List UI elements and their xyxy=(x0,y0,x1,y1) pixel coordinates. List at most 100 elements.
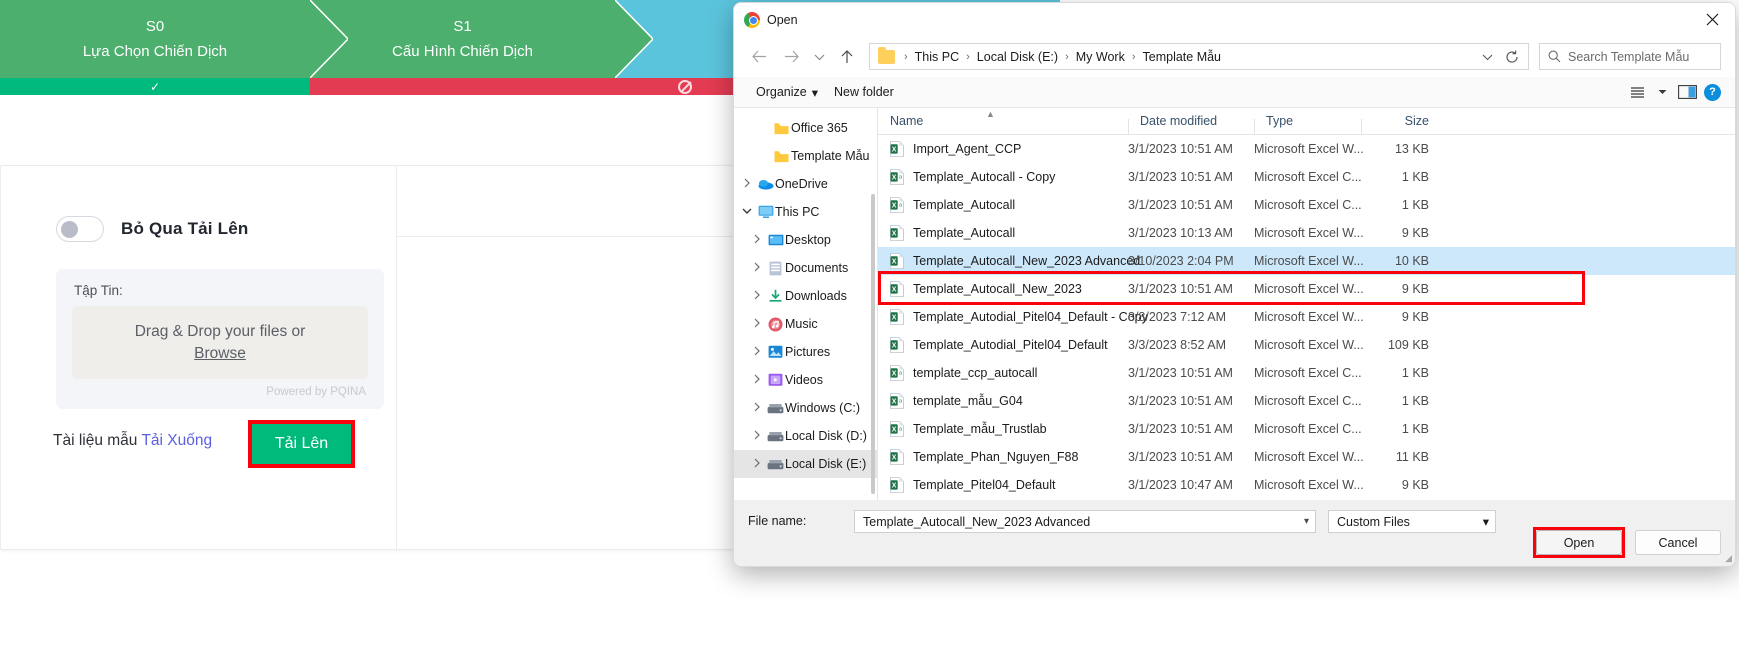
nav-item-office-365[interactable]: Office 365 xyxy=(734,114,877,142)
file-row[interactable]: X Template_Phan_Nguyen_F88 3/1/2023 10:51 … xyxy=(878,443,1735,471)
file-name-chevron-down-icon[interactable]: ▾ xyxy=(1304,516,1309,527)
address-bar[interactable]: › This PC › Local Disk (E:) › My Work › … xyxy=(869,43,1529,70)
breadcrumb-item-0[interactable]: This PC xyxy=(913,50,961,64)
nav-item-onedrive[interactable]: OneDrive xyxy=(734,170,877,198)
sample-doc-text: Tài liệu mẫu Tải Xuống xyxy=(53,428,223,454)
search-input[interactable]: Search Template Mẫu xyxy=(1539,43,1721,70)
cancel-button[interactable]: Cancel xyxy=(1635,530,1721,555)
navigation-scrollbar[interactable] xyxy=(871,194,875,494)
organize-button[interactable]: Organize ▾ xyxy=(748,82,826,103)
chevron-right-icon[interactable] xyxy=(738,178,756,191)
file-row[interactable]: Xa Template_Autocall - Copy 3/1/2023 10:51… xyxy=(878,163,1735,191)
file-name-label: File name: xyxy=(748,514,807,528)
nav-item-desktop[interactable]: Desktop xyxy=(734,226,877,254)
arrow-left-icon[interactable] xyxy=(744,42,774,72)
upload-button-highlight: Tải Lên xyxy=(248,420,355,468)
column-header-name[interactable]: Name xyxy=(878,114,1128,128)
file-row[interactable]: Xa template_mẫu_G04 3/1/2023 10:51 AM Micro… xyxy=(878,387,1735,415)
close-icon[interactable] xyxy=(1689,3,1735,36)
preview-pane-icon[interactable] xyxy=(1674,81,1700,103)
chevron-right-icon[interactable] xyxy=(748,290,766,303)
dropzone-browse-link[interactable]: Browse xyxy=(194,343,246,365)
column-header-date-modified[interactable]: Date modified xyxy=(1128,114,1254,134)
search-placeholder: Search Template Mẫu xyxy=(1568,49,1690,64)
file-name-cell: X Template_Autocall_New_2023 xyxy=(878,281,1128,297)
file-type-filter-select[interactable]: Custom Files ▾ xyxy=(1328,510,1496,533)
resize-grip-icon[interactable]: ◢ xyxy=(1725,553,1732,564)
file-row[interactable]: X Template_Autocall 3/1/2023 10:13 AM Micro… xyxy=(878,219,1735,247)
folder-icon xyxy=(772,150,791,163)
nav-item-videos[interactable]: Videos xyxy=(734,366,877,394)
folder-icon xyxy=(878,46,895,64)
nav-item-pictures[interactable]: Pictures xyxy=(734,338,877,366)
file-name-text: template_mẫu_G04 xyxy=(913,394,1023,408)
refresh-icon[interactable] xyxy=(1500,50,1524,64)
file-list-column-headers: Name Date modified Type Size ▲ xyxy=(878,108,1735,135)
file-row[interactable]: Xa template_ccp_autocall 3/1/2023 10:51 AM… xyxy=(878,359,1735,387)
nav-item-local-disk-e[interactable]: Local Disk (E:) xyxy=(734,450,877,478)
file-row[interactable]: X Import_Agent_CCP 3/1/2023 10:51 AM Micros… xyxy=(878,135,1735,163)
arrow-up-icon[interactable] xyxy=(832,42,862,72)
file-name-cell: X Import_Agent_CCP xyxy=(878,141,1128,157)
chevron-right-icon[interactable] xyxy=(748,262,766,275)
chevron-right-icon[interactable] xyxy=(748,318,766,331)
file-row[interactable]: X Template_Autodial_Pitel04_Default 3/3/20… xyxy=(878,331,1735,359)
file-row[interactable]: X Template_Autocall_New_2023 Advanced 3/10… xyxy=(878,247,1735,275)
arrow-right-icon[interactable] xyxy=(776,42,806,72)
file-name-input[interactable]: Template_Autocall_New_2023 Advanced ▾ xyxy=(854,510,1316,533)
chevron-right-icon[interactable] xyxy=(748,374,766,387)
breadcrumb-item-2[interactable]: My Work xyxy=(1074,50,1127,64)
address-chevron-down-icon[interactable] xyxy=(1475,53,1499,61)
list-view-icon[interactable] xyxy=(1624,81,1650,103)
view-caret-down-icon[interactable] xyxy=(1654,81,1670,103)
step-s1[interactable]: S1 Cấu Hình Chiến Dịch xyxy=(310,0,653,78)
column-header-type[interactable]: Type xyxy=(1254,114,1361,134)
skip-upload-toggle[interactable] xyxy=(56,216,104,242)
breadcrumb-item-3[interactable]: Template Mẫu xyxy=(1141,50,1224,64)
nav-item-music[interactable]: Music xyxy=(734,310,877,338)
recent-locations-chevron-down-icon[interactable] xyxy=(808,42,830,72)
file-size-cell: 10 KB xyxy=(1394,254,1429,268)
chevron-right-icon[interactable] xyxy=(748,430,766,443)
file-type-cell: Microsoft Excel W... xyxy=(1254,450,1364,464)
file-type-cell: Microsoft Excel C... xyxy=(1254,170,1362,184)
toggle-knob xyxy=(61,221,78,238)
filter-chevron-down-icon[interactable]: ▾ xyxy=(1483,514,1489,529)
svg-text:X: X xyxy=(892,454,897,461)
column-header-size[interactable]: Size xyxy=(1361,114,1439,134)
upload-button[interactable]: Tải Lên xyxy=(252,424,351,464)
nav-item-windows-c[interactable]: Windows (C:) xyxy=(734,394,877,422)
file-open-dialog: Open › This PC › Local Disk (E:) › My Wo… xyxy=(733,2,1736,567)
chevron-down-icon[interactable] xyxy=(738,207,756,218)
open-button[interactable]: Open xyxy=(1536,530,1622,555)
breadcrumb-item-1[interactable]: Local Disk (E:) xyxy=(975,50,1060,64)
file-size-cell: 1 KB xyxy=(1401,198,1429,212)
sample-doc-download-link[interactable]: Tải Xuống xyxy=(141,432,212,449)
file-row[interactable]: X Template_Autocall_New_2023 3/1/2023 10:5… xyxy=(878,275,1735,303)
nav-item-this-pc[interactable]: This PC xyxy=(734,198,877,226)
file-name-text: Template_mẫu_Trustlab xyxy=(913,422,1047,436)
chevron-right-icon[interactable] xyxy=(748,402,766,415)
chevron-right-icon[interactable] xyxy=(748,346,766,359)
file-name-cell: X Template_Autodial_Pitel04_Default - Cop… xyxy=(878,309,1148,325)
file-type-cell: Microsoft Excel W... xyxy=(1254,254,1364,268)
nav-item-local-disk-d[interactable]: Local Disk (D:) xyxy=(734,422,877,450)
file-row[interactable]: Xa Template_Autocall 3/1/2023 10:51 AM Micr… xyxy=(878,191,1735,219)
file-name-cell: Xa template_mẫu_G04 xyxy=(878,393,1128,409)
file-row[interactable]: X Template_Pitel04_Default 3/1/2023 10:47 … xyxy=(878,471,1735,499)
chevron-right-icon[interactable] xyxy=(748,234,766,247)
nav-item-template-m-u[interactable]: Template Mẫu xyxy=(734,142,877,170)
excel-xlsx-icon: X xyxy=(890,225,904,241)
file-type-cell: Microsoft Excel W... xyxy=(1254,226,1364,240)
help-icon[interactable]: ? xyxy=(1704,83,1721,101)
new-folder-button[interactable]: New folder xyxy=(826,82,902,102)
file-type-cell: Microsoft Excel W... xyxy=(1254,142,1364,156)
nav-item-documents[interactable]: Documents xyxy=(734,254,877,282)
file-dropzone[interactable]: Drag & Drop your files or Browse xyxy=(72,306,368,379)
file-row[interactable]: Xa Template_mẫu_Trustlab 3/1/2023 10:51 AM… xyxy=(878,415,1735,443)
step-s0[interactable]: S0 Lựa Chọn Chiến Dịch xyxy=(0,0,348,78)
chevron-right-icon[interactable] xyxy=(748,458,766,471)
nav-item-downloads[interactable]: Downloads xyxy=(734,282,877,310)
step-s1-label: Cấu Hình Chiến Dịch xyxy=(392,43,533,60)
file-row[interactable]: X Template_Autodial_Pitel04_Default - Cop… xyxy=(878,303,1735,331)
